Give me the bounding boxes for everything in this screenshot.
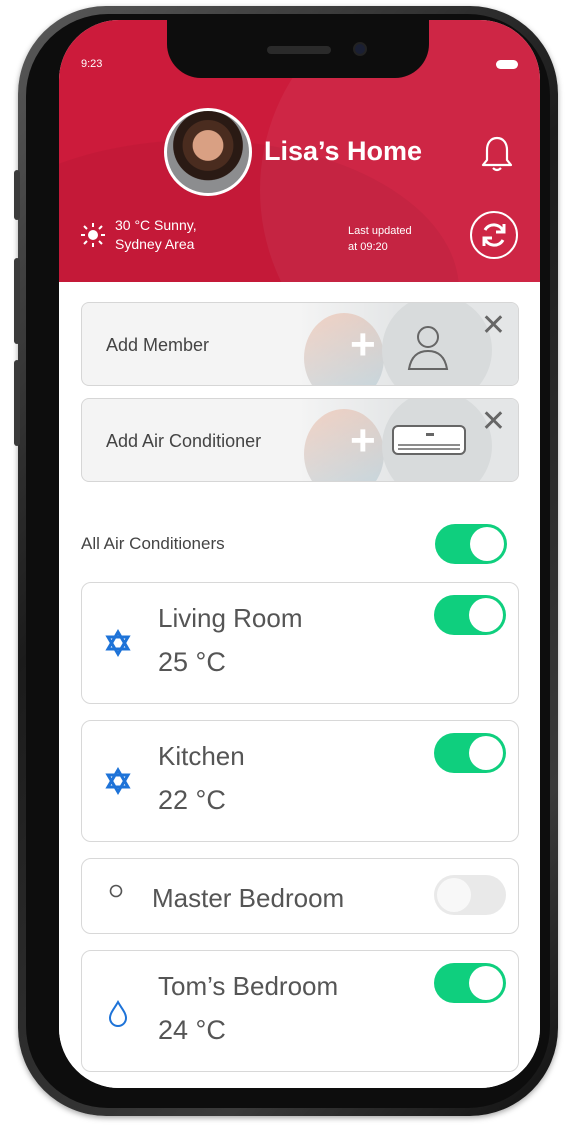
notch (167, 20, 429, 78)
room-toggle-master-bedroom[interactable] (434, 875, 506, 915)
close-icon[interactable]: ✕ (481, 407, 506, 437)
refresh-button[interactable] (470, 211, 518, 259)
status-time: 9:23 (81, 58, 103, 70)
toggle-knob (469, 598, 503, 632)
sun-icon (81, 223, 105, 247)
room-toggle-kitchen[interactable] (434, 733, 506, 773)
toggle-knob (470, 527, 504, 561)
droplet-icon (108, 999, 128, 1027)
room-name: Living Room (158, 603, 303, 633)
toggle-knob (469, 966, 503, 1000)
room-temperature: 25 °C (158, 647, 226, 677)
all-air-conditioners-label: All Air Conditioners (81, 534, 225, 553)
weather-info: 30 °C Sunny, Sydney Area (115, 216, 197, 254)
last-updated-label: Last updated (348, 225, 412, 237)
plus-icon: + (350, 320, 376, 369)
volume-up-button (14, 258, 20, 344)
room-card-kitchen[interactable]: Kitchen 22 °C (81, 720, 519, 842)
speaker (267, 46, 331, 54)
all-air-conditioners-toggle[interactable] (435, 524, 507, 564)
volume-down-button (14, 360, 20, 446)
refresh-icon (482, 223, 506, 247)
content-area: Add Member + ✕ Add Air Conditioner + ✕ A… (59, 282, 540, 1088)
last-updated-time: at 09:20 (348, 241, 388, 253)
room-name: Kitchen (158, 741, 245, 771)
weather-temp: 30 °C Sunny, (115, 217, 197, 233)
room-temperature: 24 °C (158, 1015, 226, 1045)
add-air-conditioner-label: Add Air Conditioner (106, 431, 262, 451)
snowflake-icon (105, 767, 131, 795)
avatar[interactable] (164, 108, 252, 196)
room-toggle-toms-bedroom[interactable] (434, 963, 506, 1003)
weather-location: Sydney Area (115, 236, 195, 252)
add-air-conditioner-card[interactable]: Add Air Conditioner + ✕ (81, 398, 519, 482)
add-member-label: Add Member (106, 335, 210, 355)
room-toggle-living-room[interactable] (434, 595, 506, 635)
air-conditioner-icon (392, 425, 466, 455)
phone-screen: 9:23 Lisa’s Home 30 °C Sunny, Sydney Are… (59, 20, 540, 1088)
toggle-knob (437, 878, 471, 912)
front-camera (353, 42, 367, 56)
close-icon[interactable]: ✕ (481, 311, 506, 341)
toggle-knob (469, 736, 503, 770)
plus-icon: + (350, 416, 376, 465)
mute-switch (14, 170, 20, 220)
room-card-living-room[interactable]: Living Room 25 °C (81, 582, 519, 704)
room-card-toms-bedroom[interactable]: Tom’s Bedroom 24 °C (81, 950, 519, 1072)
room-name: Tom’s Bedroom (158, 971, 339, 1001)
room-temperature: 22 °C (158, 785, 226, 815)
person-icon (407, 326, 449, 370)
room-card-master-bedroom[interactable]: Master Bedroom (81, 858, 519, 934)
last-updated: Last updated at 09:20 (348, 223, 412, 255)
battery-icon (496, 60, 518, 69)
circle-icon (109, 884, 123, 898)
add-member-card[interactable]: Add Member + ✕ (81, 302, 519, 386)
room-name: Master Bedroom (152, 883, 345, 913)
bell-icon[interactable] (480, 134, 514, 174)
snowflake-icon (105, 629, 131, 657)
page-title: Lisa’s Home (264, 136, 423, 166)
